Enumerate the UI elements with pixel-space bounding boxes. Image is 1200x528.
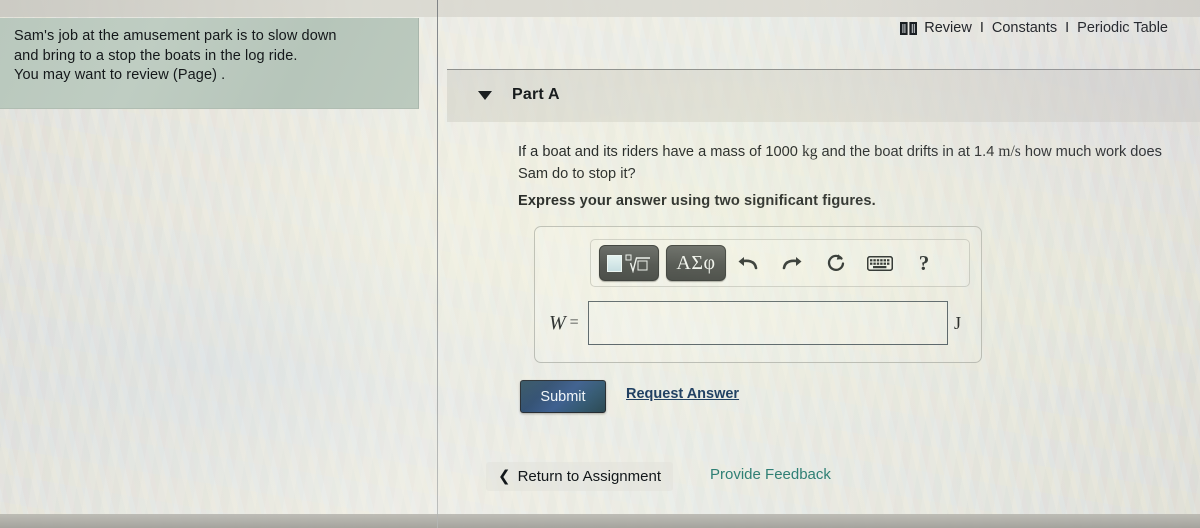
screenshot-root: Sam's job at the amusement park is to sl… — [0, 0, 1200, 528]
chevron-down-icon[interactable] — [478, 90, 492, 100]
constants-link[interactable]: Constants — [992, 20, 1057, 36]
answer-entry-panel: ΑΣφ ? W = — [534, 226, 982, 363]
return-to-assignment-label: Return to Assignment — [517, 468, 661, 485]
answer-input-row: W = — [549, 301, 969, 345]
problem-line-3: You may want to review (Page) . — [14, 67, 226, 83]
question-text: If a boat and its riders have a mass of … — [518, 141, 1193, 185]
resource-links-bar: Review I Constants I Periodic Table — [900, 20, 1168, 36]
template-math-button[interactable] — [599, 245, 659, 281]
periodic-table-link[interactable]: Periodic Table — [1077, 20, 1168, 36]
link-separator-1: I — [979, 20, 984, 36]
link-separator-2: I — [1065, 20, 1070, 36]
right-pane: Review I Constants I Periodic Table Part… — [438, 0, 1200, 528]
bottom-bezel — [0, 514, 1200, 528]
return-to-assignment-button[interactable]: ❮ Return to Assignment — [486, 462, 673, 491]
part-a-header[interactable]: Part A — [478, 86, 560, 104]
problem-line-1: Sam's job at the amusement park is to sl… — [14, 28, 337, 44]
equals-sign: = — [569, 314, 579, 331]
greek-symbols-button[interactable]: ΑΣφ — [666, 245, 726, 281]
request-answer-link[interactable]: Request Answer — [626, 386, 739, 402]
help-button[interactable]: ? — [902, 246, 946, 280]
part-a-title: Part A — [512, 86, 560, 103]
submit-button[interactable]: Submit — [520, 380, 606, 413]
nth-root-icon — [625, 254, 651, 274]
review-link[interactable]: Review — [924, 20, 972, 36]
placeholder-square-icon — [607, 254, 622, 272]
redo-arrow-icon[interactable] — [770, 246, 814, 280]
answer-unit-label: J — [954, 313, 962, 333]
chevron-left-icon: ❮ — [498, 467, 511, 485]
answer-instruction: Express your answer using two significan… — [518, 193, 876, 209]
problem-line-2: and bring to a stop the boats in the log… — [14, 47, 298, 64]
question-segment-2: and the boat drifts in at 1.4 — [821, 144, 995, 160]
book-icon — [900, 21, 918, 35]
keyboard-icon[interactable] — [858, 246, 902, 280]
question-segment-1: If a boat and its riders have a mass of … — [518, 144, 798, 160]
provide-feedback-link[interactable]: Provide Feedback — [710, 466, 831, 483]
math-toolbar: ΑΣφ ? — [590, 239, 970, 287]
pane-divider — [437, 0, 438, 528]
answer-input[interactable] — [587, 301, 948, 345]
reset-circle-icon[interactable] — [814, 246, 858, 280]
mass-unit: kg — [801, 143, 818, 160]
problem-statement-card: Sam's job at the amusement park is to sl… — [0, 18, 419, 109]
answer-variable-label: W — [549, 311, 566, 334]
undo-arrow-icon[interactable] — [726, 246, 770, 280]
speed-unit: m/s — [998, 143, 1021, 160]
